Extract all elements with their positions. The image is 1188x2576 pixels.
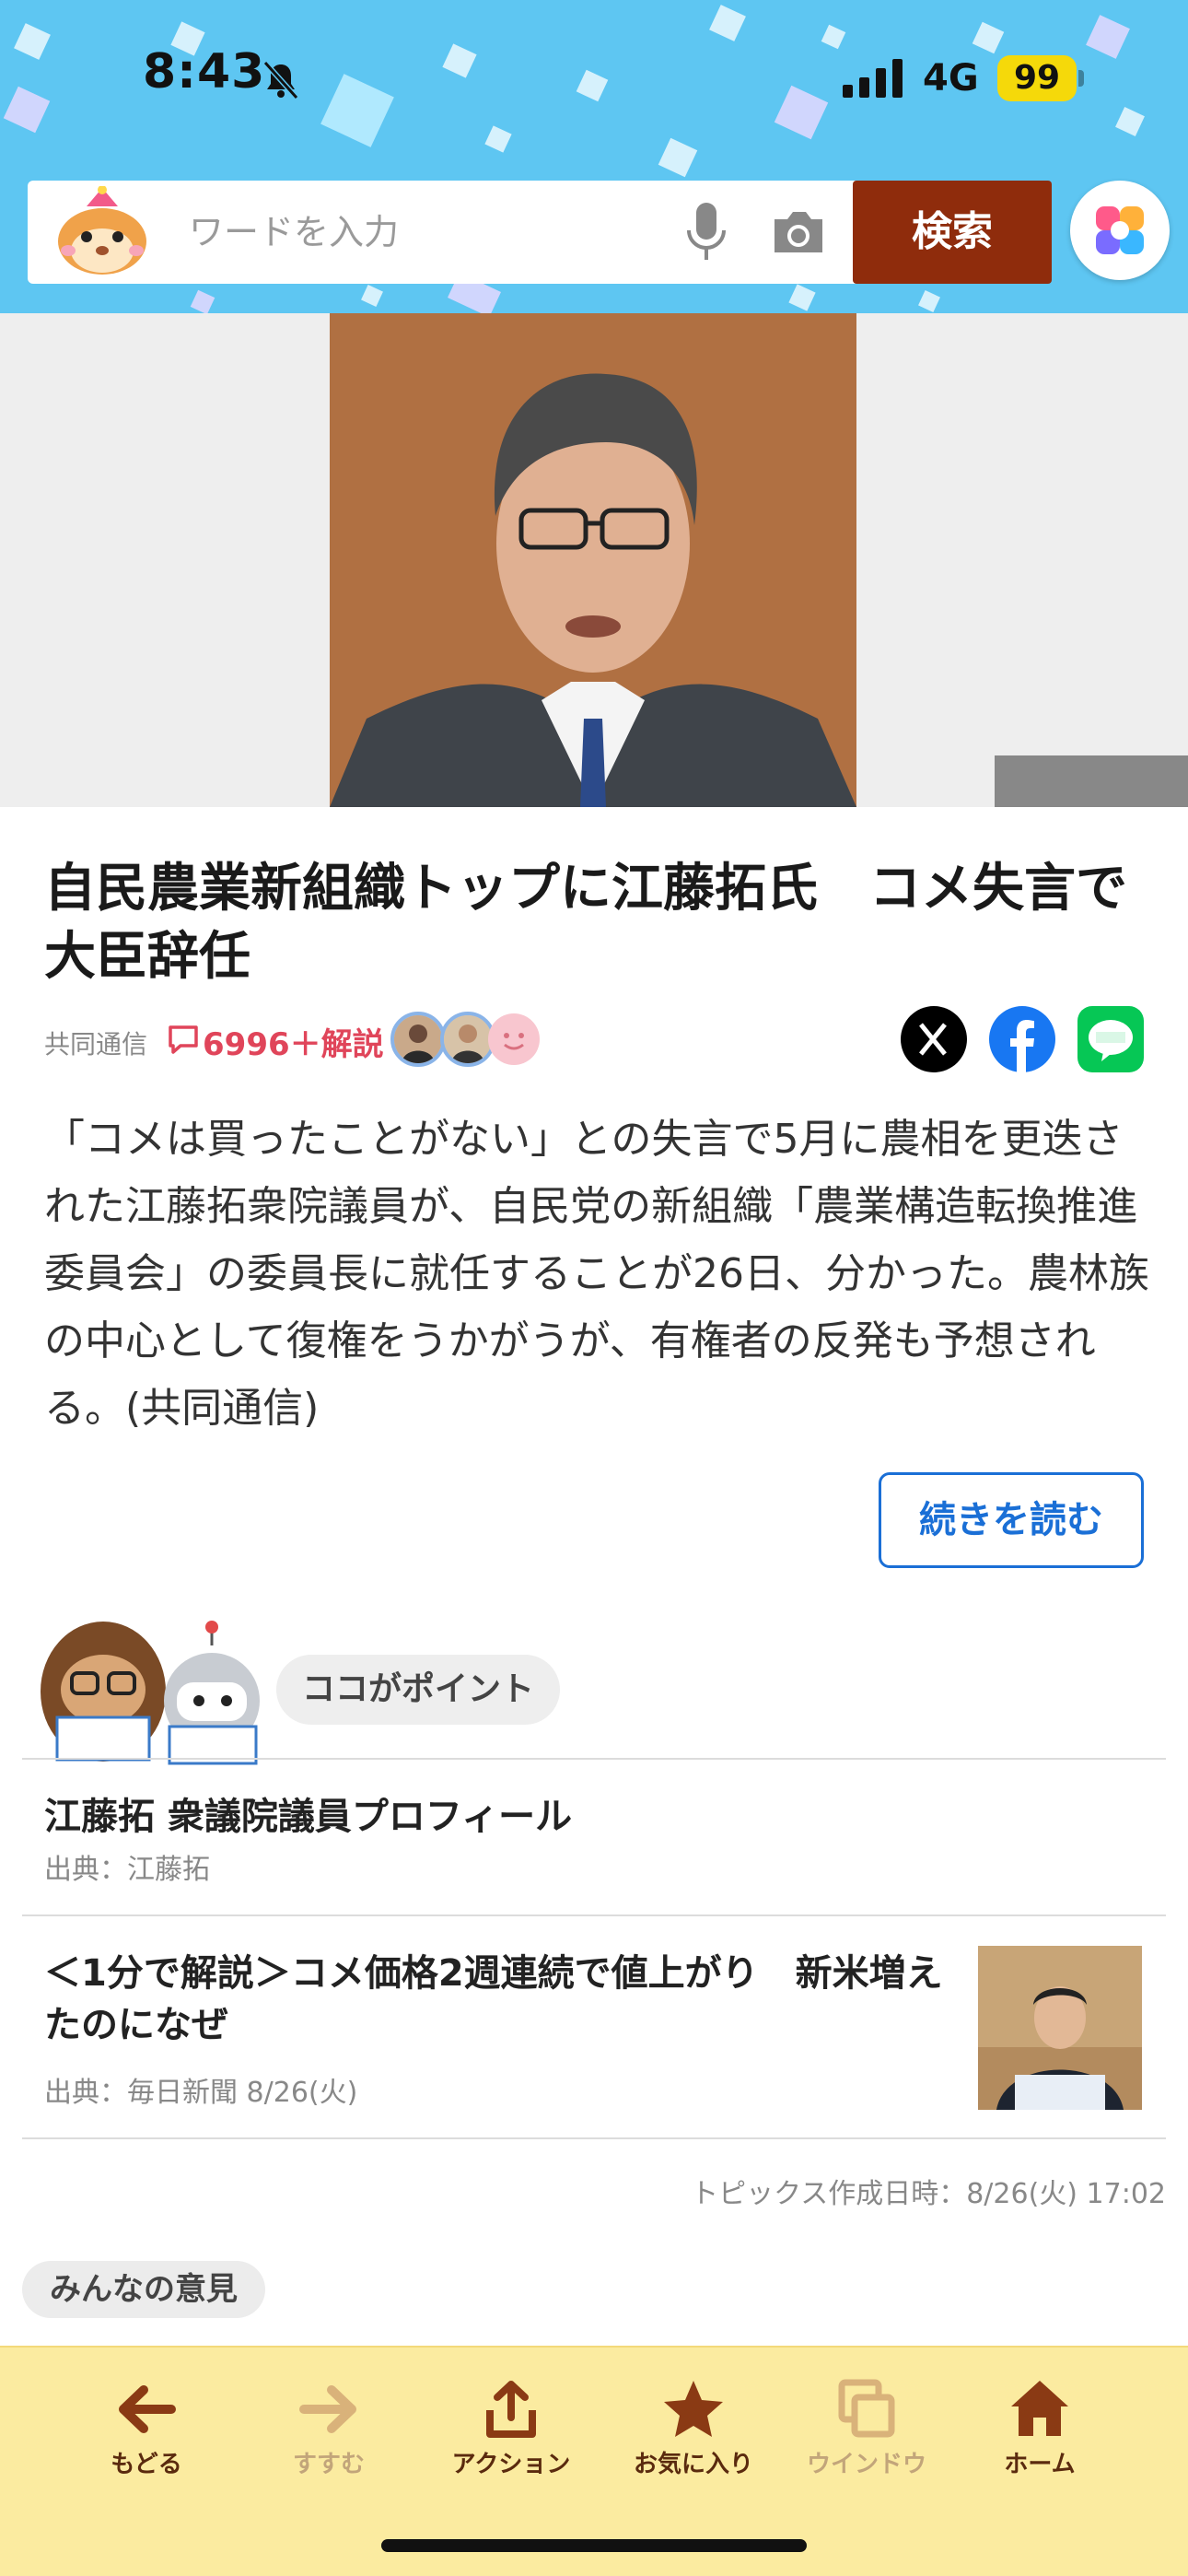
commenter-avatar[interactable] [440,1012,495,1067]
point-item-title[interactable]: ＜1分で解説＞コメ価格2週連続で値上がり 新米増えたのになぜ [44,1948,947,2051]
mascot-icon[interactable] [52,186,153,278]
confetti [821,24,846,50]
window-label: ウインドウ [806,2451,926,2478]
camera-icon[interactable] [769,206,828,258]
facebook-icon[interactable] [989,1006,1055,1072]
back-arrow-icon [119,2385,176,2433]
hero-photo[interactable] [330,313,856,807]
article-body: 「コメは買ったことがない」との失言で5月に農相を更迭された江藤拓衆院議員が、自民… [44,1116,1149,1432]
window-icon [838,2379,895,2438]
hero-image-area [0,313,1188,807]
home-button[interactable]: ホーム [952,2377,1127,2479]
confetti [1115,107,1145,136]
app-header: 8:43 4G 99 ワードを入力 検索 [0,0,1188,313]
article-source: 共同通信 [44,1029,148,1060]
star-icon [664,2381,723,2437]
confetti [918,290,940,312]
avatar-image [444,1015,492,1063]
read-more-button[interactable]: 続きを読む [879,1472,1144,1568]
avatar-image [394,1015,442,1063]
ai-assistant-icon [1096,206,1144,254]
confetti [190,289,215,313]
battery-level: 99 [997,55,1077,101]
share-icon [486,2381,536,2438]
opinion-section-label: みんなの意見 [22,2261,265,2318]
point-item-source: 出典：毎日新聞 8/26(火) [44,2077,358,2109]
comment-icon[interactable] [168,1025,199,1054]
topics-created-time: トピックス作成日時：8/26(火) 17:02 [691,2178,1166,2210]
reaction-avatar[interactable] [488,1013,540,1065]
point-item-source: 出典：江藤拓 [44,1854,210,1886]
x-icon[interactable] [901,1006,967,1072]
home-indicator[interactable] [381,2539,807,2552]
point-item-thumbnail[interactable] [978,1946,1142,2110]
confetti [658,137,698,178]
confetti [442,43,477,78]
forward-arrow-icon [299,2385,356,2433]
confetti [484,125,512,153]
smile-icon [504,1033,524,1050]
comment-count[interactable]: 6996＋解説 [203,1019,384,1064]
signal-icon [843,59,903,98]
status-time: 8:43 [143,44,266,100]
home-icon [1011,2381,1068,2436]
favorite-label: お気に入り [633,2451,753,2478]
favorite-button[interactable]: お気に入り [606,2377,781,2479]
back-label: もどる [111,2451,182,2478]
forward-button[interactable]: すすむ [241,2377,416,2479]
confetti [788,284,816,311]
divider [22,1758,1166,1760]
ai-assistant-button[interactable] [1070,181,1170,280]
point-item-title[interactable]: 江藤拓 衆議院議員プロフィール [44,1791,572,1843]
confetti [972,21,1005,54]
divider [22,2137,1166,2139]
bell-slash-icon [262,60,299,100]
search-bar: 検索 [28,181,1052,284]
network-type: 4G [923,57,979,100]
home-label: ホーム [1004,2451,1076,2478]
divider [22,1914,1166,1916]
confetti [774,85,829,140]
battery-tip [1078,70,1084,87]
mic-icon[interactable] [683,201,729,263]
confetti [1086,15,1130,59]
confetti [361,285,383,307]
search-button[interactable]: 検索 [853,181,1052,284]
confetti [3,86,51,134]
hero-thumbnail-strip [995,755,1188,807]
confetti [14,23,51,60]
point-characters-illustration [41,1621,260,1765]
confetti [576,69,609,102]
action-button[interactable]: アクション [424,2377,599,2479]
window-button[interactable]: ウインドウ [779,2377,954,2479]
point-label: ココがポイント [276,1655,561,1725]
confetti [709,5,746,41]
search-input[interactable] [189,181,668,284]
article-title: 自民農業新組織トップに江藤拓氏 コメ失言で大臣辞任 [44,859,1127,987]
line-icon[interactable] [1077,1006,1144,1072]
confetti [320,74,394,147]
forward-label: すすむ [292,2451,365,2478]
commenter-avatar[interactable] [390,1012,446,1067]
back-button[interactable]: もどる [59,2377,234,2479]
action-label: アクション [451,2451,571,2478]
